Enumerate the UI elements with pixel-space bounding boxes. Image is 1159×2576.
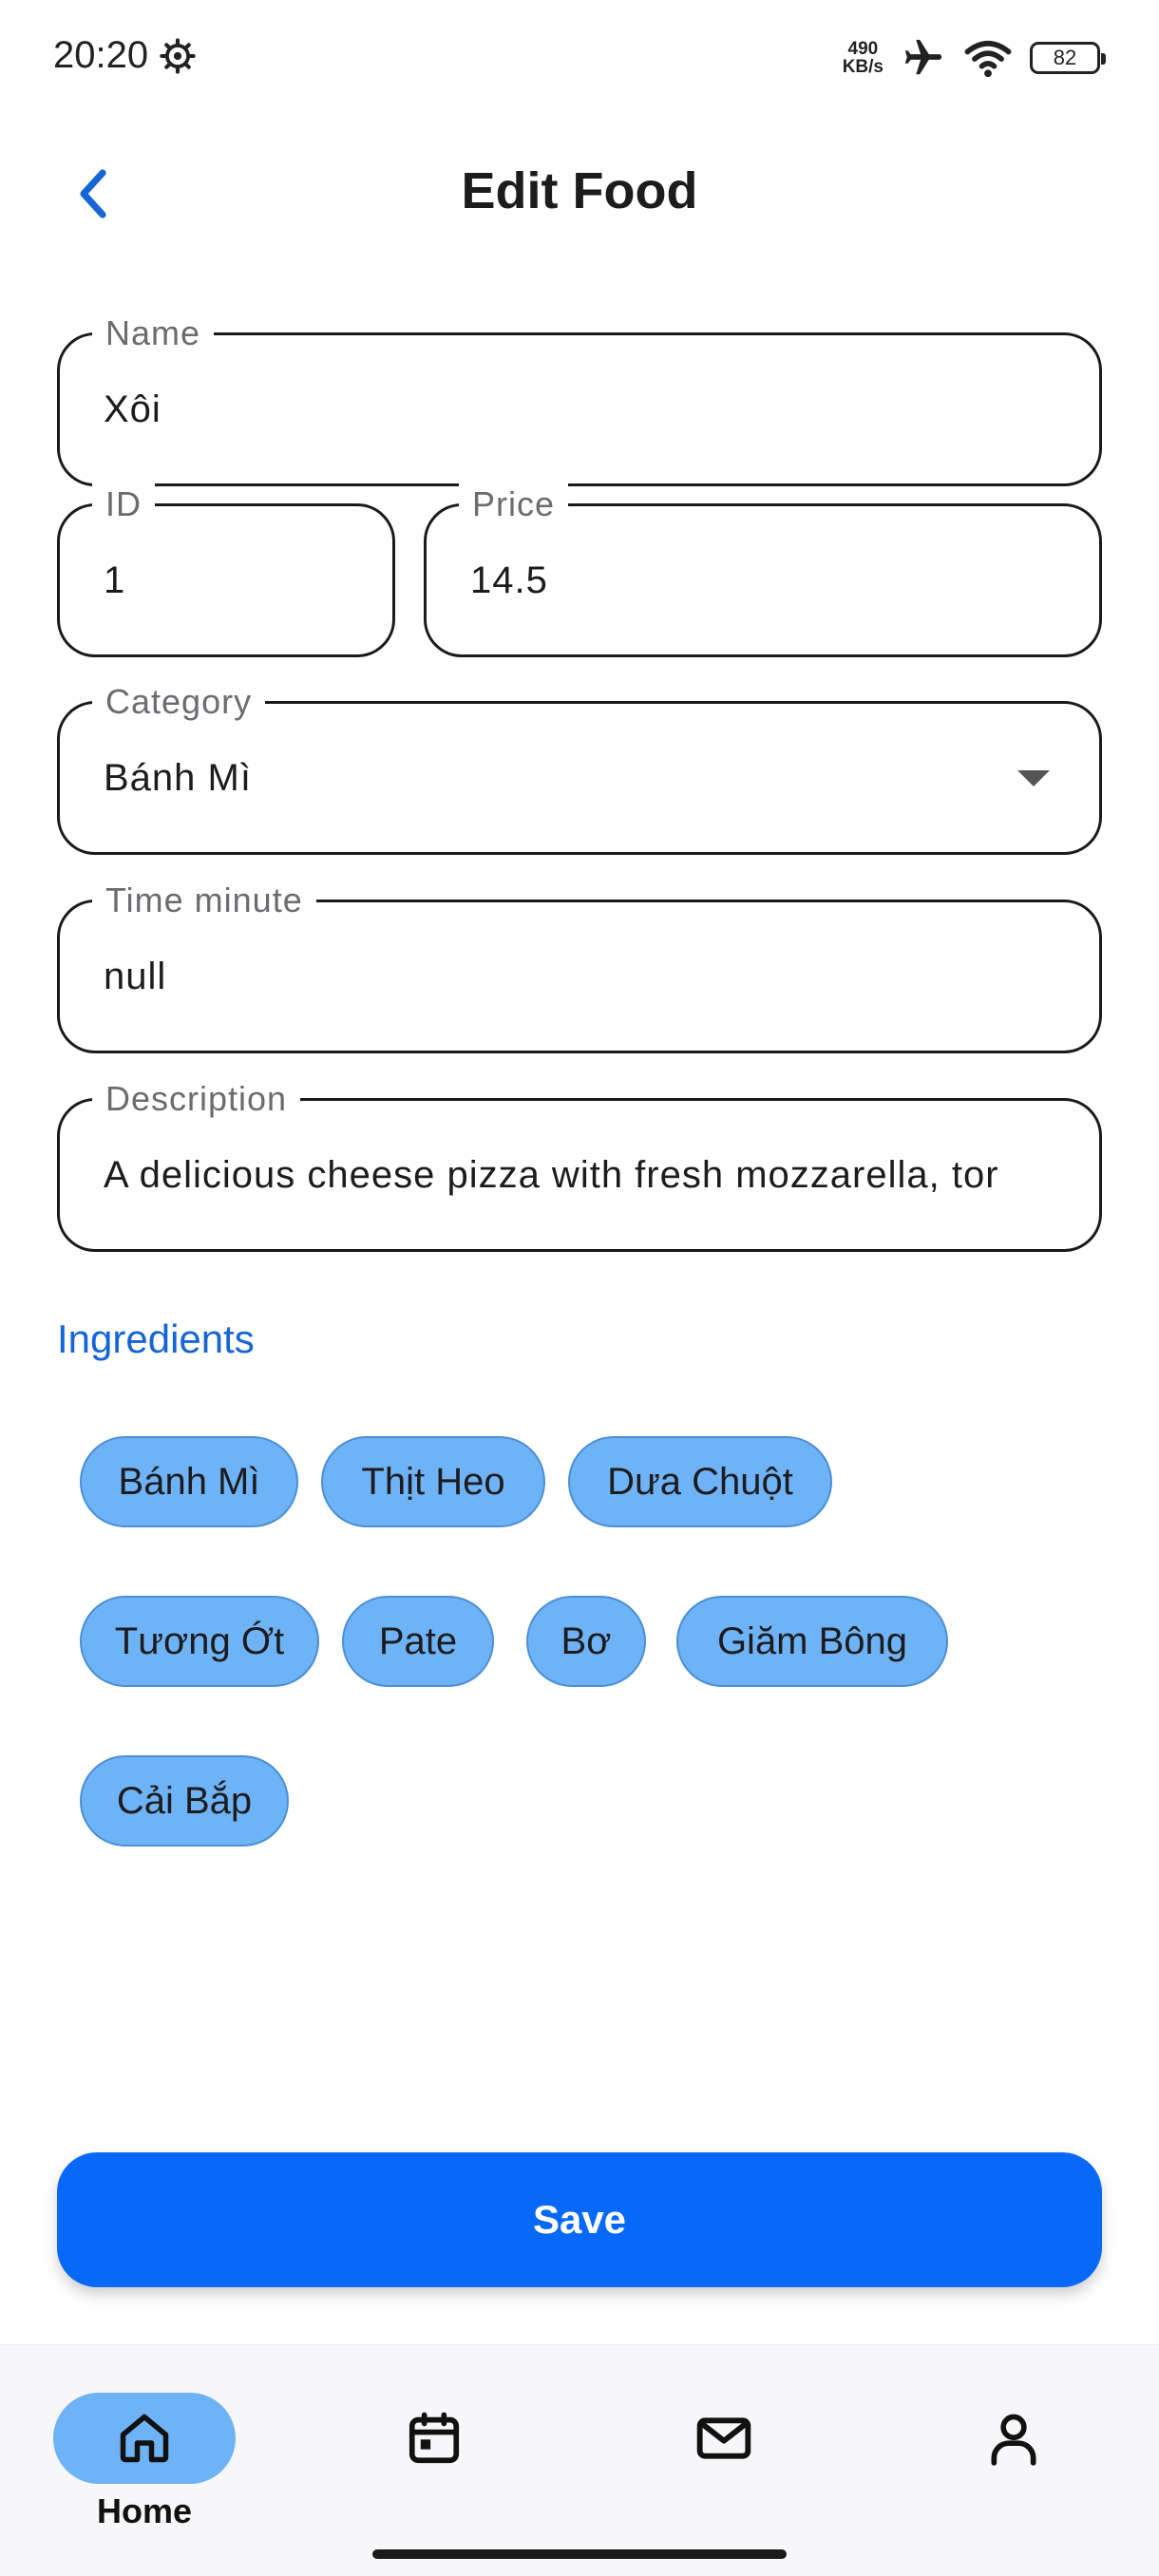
net-speed-unit: KB/s bbox=[842, 57, 884, 77]
ingredient-chip[interactable]: Giăm Bông bbox=[676, 1596, 948, 1687]
description-field[interactable]: Description A delicious cheese pizza wit… bbox=[57, 1075, 1102, 1252]
category-selected-value[interactable]: Bánh Mì bbox=[104, 704, 1055, 852]
nav-active-indicator bbox=[53, 2393, 236, 2484]
description-input[interactable]: A delicious cheese pizza with fresh mozz… bbox=[104, 1101, 1055, 1249]
id-field[interactable]: ID 1 bbox=[57, 481, 395, 657]
category-dropdown[interactable]: Category Bánh Mì bbox=[57, 678, 1102, 855]
bottom-nav: Home bbox=[0, 2344, 1159, 2576]
settings-gear-icon bbox=[160, 38, 196, 74]
ingredient-chip[interactable]: Dưa Chuột bbox=[568, 1436, 832, 1527]
home-indicator bbox=[372, 2549, 787, 2559]
net-speed: 490 KB/s bbox=[843, 40, 884, 76]
nav-item-mail[interactable] bbox=[629, 2370, 819, 2512]
name-field[interactable]: Name Xôi bbox=[57, 310, 1102, 486]
name-input[interactable]: Xôi bbox=[104, 335, 1055, 483]
time-minute-field[interactable]: Time minute null bbox=[57, 877, 1102, 1053]
status-time: 20:20 bbox=[53, 34, 149, 76]
ingredient-chip[interactable]: Tương Ớt bbox=[80, 1596, 319, 1687]
battery-icon: 82 bbox=[1030, 42, 1106, 74]
net-speed-value: 490 bbox=[847, 39, 879, 59]
mail-icon bbox=[696, 2417, 751, 2459]
id-input[interactable]: 1 bbox=[104, 506, 349, 654]
airplane-icon bbox=[904, 39, 942, 75]
nav-item-home[interactable]: Home bbox=[49, 2370, 239, 2530]
ingredients-title: Ingredients bbox=[57, 1316, 255, 1361]
ingredient-chip[interactable]: Cải Bắp bbox=[80, 1755, 289, 1847]
ingredient-chip[interactable]: Bánh Mì bbox=[80, 1436, 298, 1527]
wifi-icon bbox=[964, 41, 1012, 78]
dropdown-arrow-icon[interactable] bbox=[1017, 770, 1050, 786]
ingredient-chip[interactable]: Pate bbox=[342, 1596, 494, 1687]
time-minute-input[interactable]: null bbox=[104, 902, 1055, 1051]
home-icon bbox=[120, 2414, 169, 2463]
nav-item-calendar[interactable] bbox=[339, 2370, 529, 2512]
battery-level: 82 bbox=[1053, 46, 1077, 69]
ingredient-chip[interactable]: Bơ bbox=[526, 1596, 646, 1687]
nav-item-profile[interactable] bbox=[919, 2370, 1109, 2512]
page-title: Edit Food bbox=[461, 162, 698, 219]
status-indicators: 490 KB/s 82 bbox=[843, 36, 1106, 80]
price-field[interactable]: Price 14.5 bbox=[424, 481, 1102, 657]
calendar-icon bbox=[408, 2412, 460, 2464]
nav-label-home: Home bbox=[96, 2491, 193, 2530]
price-input[interactable]: 14.5 bbox=[470, 506, 1055, 654]
status-bar: 20:20 490 KB/s 82 bbox=[0, 0, 1159, 114]
save-button[interactable]: Save bbox=[57, 2152, 1102, 2287]
ingredient-chip[interactable]: Thịt Heo bbox=[321, 1436, 545, 1527]
profile-icon bbox=[991, 2414, 1036, 2466]
